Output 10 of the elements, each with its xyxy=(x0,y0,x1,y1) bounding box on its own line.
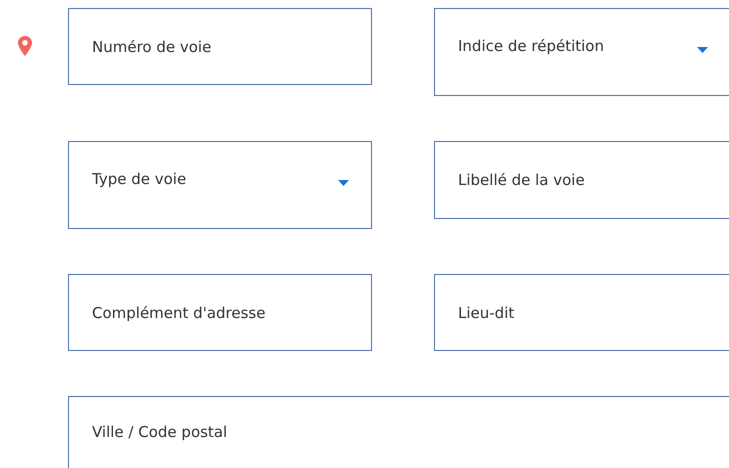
input-field[interactable]: Lieu-dit xyxy=(434,274,729,351)
input-field[interactable]: Complément d'adresse xyxy=(68,274,372,351)
dropdown-field[interactable]: Indice de répétition xyxy=(434,8,729,96)
caret-icon xyxy=(338,180,349,186)
caret-icon xyxy=(697,47,708,53)
dropdown-field[interactable]: Type de voie xyxy=(68,141,372,229)
input-field[interactable]: Numéro de voie xyxy=(68,8,372,85)
location-pin-icon xyxy=(18,36,32,56)
input-field[interactable]: Ville / Code postal xyxy=(68,396,729,468)
input-field[interactable]: Libellé de la voie xyxy=(434,141,729,219)
